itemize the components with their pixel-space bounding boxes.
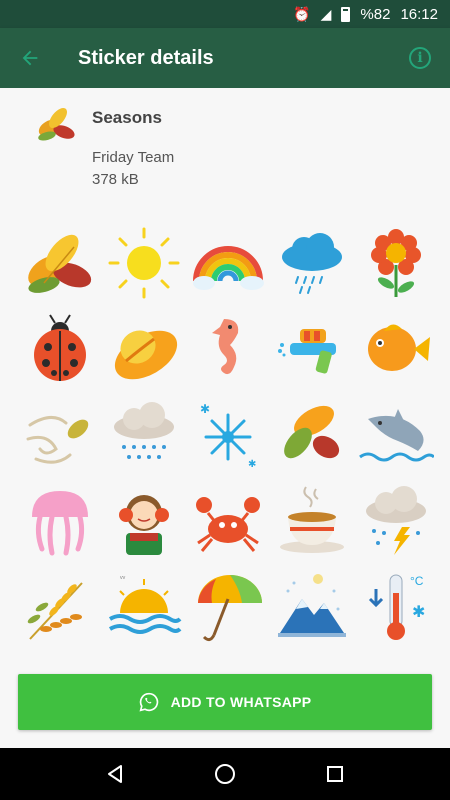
sticker-wind-leaf[interactable] xyxy=(18,392,102,478)
nav-back-button[interactable] xyxy=(95,754,135,794)
sticker-autumn-leaves[interactable] xyxy=(18,220,102,306)
back-button[interactable] xyxy=(0,28,60,88)
fish-icon xyxy=(368,324,430,371)
svg-text:✱: ✱ xyxy=(200,402,210,416)
sticker-thermometer[interactable]: ✱ °C xyxy=(354,564,438,650)
sticker-jellyfish[interactable] xyxy=(18,478,102,564)
svg-text:✱: ✱ xyxy=(248,459,256,470)
sticker-autumn-leaf-bunch[interactable] xyxy=(270,392,354,478)
add-button-label: ADD TO WHATSAPP xyxy=(170,694,312,710)
straw-hat-icon xyxy=(114,330,178,380)
dolphin-icon xyxy=(359,409,434,462)
info-button[interactable]: i xyxy=(390,28,450,88)
pack-name: Seasons xyxy=(92,108,162,127)
clock: 16:12 xyxy=(400,5,438,23)
sticker-ladybug[interactable] xyxy=(18,306,102,392)
whatsapp-icon xyxy=(139,692,158,712)
sticker-water-gun[interactable] xyxy=(270,306,354,392)
coffee-cup-icon xyxy=(280,486,344,553)
umbrella-icon xyxy=(198,575,262,642)
sticker-rain-cloud-2[interactable] xyxy=(102,392,186,478)
snowy-mountain-icon xyxy=(278,574,346,637)
svg-text:°C: °C xyxy=(410,574,424,588)
status-bar: ⏰ ◢ %82 16:12 xyxy=(0,0,450,28)
sticker-wheat[interactable] xyxy=(18,564,102,650)
thermometer-icon: ✱ °C xyxy=(368,574,425,640)
jellyfish-icon xyxy=(32,491,88,556)
sticker-sun[interactable] xyxy=(102,220,186,306)
thunder-cloud-icon xyxy=(366,486,426,555)
water-gun-icon xyxy=(278,329,336,374)
page-title: Sticker details xyxy=(78,46,214,69)
battery-level: %82 xyxy=(360,5,391,23)
app-bar: Sticker details i xyxy=(0,28,450,88)
ladybug-icon xyxy=(34,314,86,381)
add-to-whatsapp-button[interactable]: ADD TO WHATSAPP xyxy=(18,674,432,730)
autumn-leaves-icon xyxy=(38,108,75,141)
sticker-snowy-mountain[interactable] xyxy=(270,564,354,650)
rainbow-icon xyxy=(193,246,264,290)
sticker-umbrella[interactable] xyxy=(186,564,270,650)
svg-text:✱: ✱ xyxy=(412,604,425,621)
sticker-rain-cloud[interactable] xyxy=(270,220,354,306)
sticker-sunset-sea[interactable]: ᵛᵛ xyxy=(102,564,186,650)
pack-author: Friday Team xyxy=(92,149,175,166)
sticker-rainbow-cloud[interactable] xyxy=(186,220,270,306)
nav-home-button[interactable] xyxy=(205,754,245,794)
sticker-thunder-cloud[interactable] xyxy=(354,478,438,564)
sticker-snowflakes[interactable]: ✱ ✱ xyxy=(186,392,270,478)
sticker-grid: ✱ ✱ ᵛᵛ ✱ °C xyxy=(18,220,438,650)
sticker-straw-hat[interactable] xyxy=(102,306,186,392)
arrow-back-icon xyxy=(22,50,38,66)
girl-earmuffs-icon xyxy=(119,495,169,555)
nav-back-icon xyxy=(108,765,122,783)
pack-header: Seasons Friday Team 378 kB xyxy=(0,88,450,200)
sun-icon xyxy=(108,227,180,299)
sticker-crab[interactable] xyxy=(186,478,270,564)
wheat-icon xyxy=(27,582,83,640)
sticker-seahorse[interactable] xyxy=(186,306,270,392)
pack-size: 378 kB xyxy=(92,171,139,188)
snowflake-icon: ✱ ✱ xyxy=(200,402,256,470)
nav-home-icon xyxy=(215,764,235,784)
battery-icon xyxy=(341,6,351,22)
crab-icon xyxy=(196,497,260,552)
no-signal-icon: ◢ xyxy=(320,6,332,22)
rain-cloud-icon xyxy=(282,233,342,294)
autumn-leaf-icon xyxy=(284,405,340,459)
sticker-girl-earmuffs[interactable] xyxy=(102,478,186,564)
sticker-details-content[interactable]: Seasons Friday Team 378 kB ✱ ✱ ᵛᵛ ✱ °C xyxy=(0,88,450,663)
nav-recents-icon xyxy=(327,766,343,782)
bottom-action-area: ADD TO WHATSAPP xyxy=(0,663,450,748)
rain-cloud-icon xyxy=(114,402,174,459)
autumn-leaves-icon xyxy=(28,234,92,293)
flower-icon xyxy=(371,229,421,297)
svg-text:ᵛᵛ: ᵛᵛ xyxy=(119,574,126,583)
wind-leaf-icon xyxy=(26,416,89,464)
sticker-flower[interactable] xyxy=(354,220,438,306)
info-icon: i xyxy=(409,47,431,69)
sticker-dolphin[interactable] xyxy=(354,392,438,478)
sticker-coffee-cup[interactable] xyxy=(270,478,354,564)
system-nav-bar xyxy=(0,748,450,800)
seahorse-icon xyxy=(212,319,239,375)
sunset-sea-icon: ᵛᵛ xyxy=(108,574,182,634)
alarm-icon: ⏰ xyxy=(293,6,311,22)
sticker-fish[interactable] xyxy=(354,306,438,392)
nav-recents-button[interactable] xyxy=(315,754,355,794)
